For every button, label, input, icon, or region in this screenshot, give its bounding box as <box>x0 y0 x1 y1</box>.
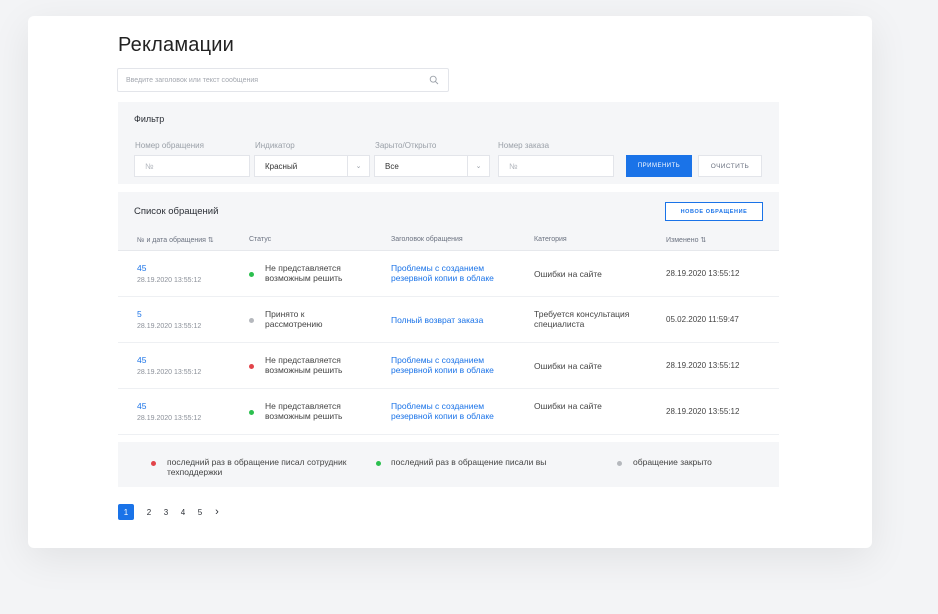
page-3-button[interactable]: 3 <box>158 504 174 520</box>
legend-closed: обращение закрыто <box>633 457 712 467</box>
status-text: Не представляется возможным решить <box>265 401 343 421</box>
request-number-link[interactable]: 45 <box>137 401 146 411</box>
open-closed-value: Все <box>385 161 399 171</box>
subject-link[interactable]: Проблемы с созданием резервной копии в о… <box>391 401 521 421</box>
pagination: 1 2 3 4 5 › <box>118 504 226 520</box>
search-box[interactable] <box>117 68 449 92</box>
legend-you-wrote: последний раз в обращение писали вы <box>391 457 547 467</box>
status-dot-icon <box>249 318 254 323</box>
subject-link[interactable]: Проблемы с созданием резервной копии в о… <box>391 263 521 283</box>
status-legend: последний раз в обращение писал сотрудни… <box>118 442 779 487</box>
page-2-button[interactable]: 2 <box>141 504 157 520</box>
indicator-value: Красный <box>265 161 298 171</box>
clear-button[interactable]: ОЧИСТИТЬ <box>698 155 762 177</box>
status-text: Не представляется возможным решить <box>265 355 343 375</box>
new-request-button[interactable]: НОВОЕ ОБРАЩЕНИЕ <box>665 202 763 221</box>
request-date: 28.19.2020 13:55:12 <box>137 415 202 422</box>
chevron-down-icon[interactable]: ⌄ <box>467 156 489 176</box>
indicator-label: Индикатор <box>255 141 295 150</box>
request-number-link[interactable]: 45 <box>137 355 146 365</box>
request-number-value: № <box>145 161 154 171</box>
subject-link[interactable]: Полный возврат заказа <box>391 315 521 325</box>
category-text: Требуется консультация специалиста <box>534 309 630 329</box>
request-number-field[interactable]: № <box>134 155 250 177</box>
request-date: 28.19.2020 13:55:12 <box>137 369 202 376</box>
request-number-link[interactable]: 45 <box>137 263 146 273</box>
filter-heading: Фильтр <box>134 114 165 124</box>
indicator-select[interactable]: Красный ⌄ <box>254 155 370 177</box>
column-header-subject: Заголовок обращения <box>391 236 463 243</box>
request-number-link[interactable]: 5 <box>137 309 142 319</box>
page-5-button[interactable]: 5 <box>192 504 208 520</box>
column-header-status: Статус <box>249 236 272 243</box>
page-title: Рекламации <box>118 34 235 56</box>
open-closed-label: Зарыто/Открыто <box>375 141 437 150</box>
green-dot-icon <box>376 461 381 466</box>
column-header-changed[interactable]: Изменено ⇅ <box>666 236 706 244</box>
gray-dot-icon <box>617 461 622 466</box>
subject-link[interactable]: Проблемы с созданием резервной копии в о… <box>391 355 521 375</box>
category-text: Ошибки на сайте <box>534 401 602 411</box>
order-number-field[interactable]: № <box>498 155 614 177</box>
page-1-button[interactable]: 1 <box>118 504 134 520</box>
order-number-label: Номер заказа <box>498 141 550 150</box>
status-dot-icon <box>249 364 254 369</box>
column-header-category: Категория <box>534 236 567 243</box>
open-closed-select[interactable]: Все ⌄ <box>374 155 490 177</box>
request-date: 28.19.2020 13:55:12 <box>137 277 202 284</box>
table-row[interactable]: 45 28.19.2020 13:55:12 Не представляется… <box>118 251 779 297</box>
status-text: Принято к рассмотрению <box>265 309 323 329</box>
request-number-label: Номер обращения <box>135 141 204 150</box>
filter-panel: Фильтр Номер обращения № Индикатор Красн… <box>118 102 779 184</box>
status-text: Не представляется возможным решить <box>265 263 343 283</box>
category-text: Ошибки на сайте <box>534 361 602 371</box>
apply-button[interactable]: ПРИМЕНИТЬ <box>626 155 692 177</box>
table-row[interactable]: 45 28.19.2020 13:55:12 Не представляется… <box>118 343 779 389</box>
next-page-icon[interactable]: › <box>209 504 225 520</box>
changed-date: 28.19.2020 13:55:12 <box>666 269 740 278</box>
status-dot-icon <box>249 410 254 415</box>
category-text: Ошибки на сайте <box>534 269 602 279</box>
order-number-value: № <box>509 161 518 171</box>
changed-date: 05.02.2020 11:59:47 <box>666 315 739 324</box>
list-heading: Список обращений <box>134 206 219 217</box>
changed-date: 28.19.2020 13:55:12 <box>666 361 740 370</box>
chevron-down-icon[interactable]: ⌄ <box>347 156 369 176</box>
request-date: 28.19.2020 13:55:12 <box>137 323 202 330</box>
search-icon[interactable] <box>429 75 439 85</box>
changed-date: 28.19.2020 13:55:12 <box>666 407 740 416</box>
column-header-number-date[interactable]: № и дата обращения ⇅ <box>137 236 214 244</box>
red-dot-icon <box>151 461 156 466</box>
status-dot-icon <box>249 272 254 277</box>
page-4-button[interactable]: 4 <box>175 504 191 520</box>
requests-list: Список обращений НОВОЕ ОБРАЩЕНИЕ № и дат… <box>118 192 779 435</box>
search-input[interactable] <box>118 69 418 92</box>
table-row[interactable]: 5 28.19.2020 13:55:12 Принято к рассмотр… <box>118 297 779 343</box>
legend-support-wrote: последний раз в обращение писал сотрудни… <box>167 457 347 477</box>
table-row[interactable]: 45 28.19.2020 13:55:12 Не представляется… <box>118 389 779 435</box>
